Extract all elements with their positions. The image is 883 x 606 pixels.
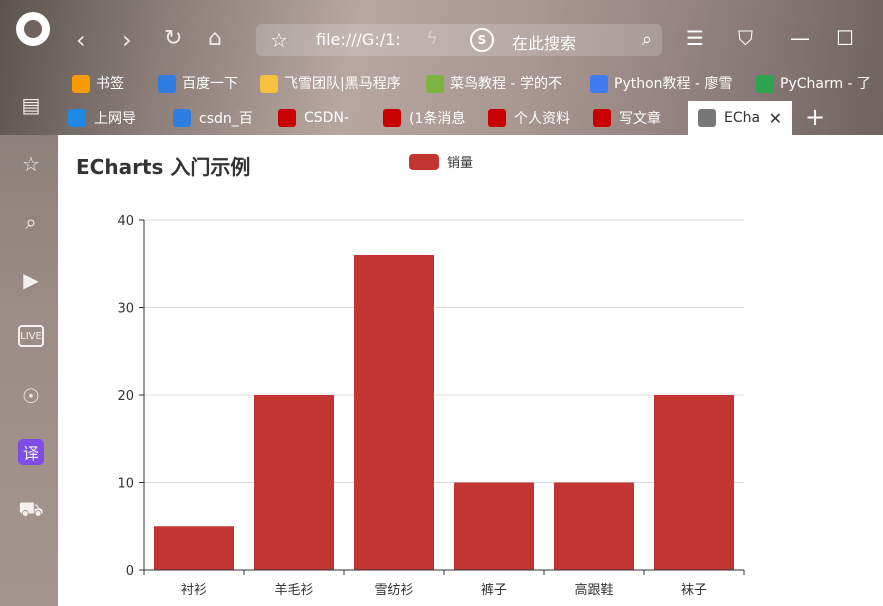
bar-chart: 0 10 20 30 40 衬衫 羊毛衫 雪纺衫 裤子 高跟鞋 袜子 (117, 214, 745, 598)
y-tick-label: 20 (117, 389, 134, 404)
baidu-2345-icon (158, 75, 176, 93)
bookmark-star-icon[interactable]: ☆ (270, 28, 288, 52)
search-icon[interactable]: ⌕ (18, 209, 44, 235)
tab-label: 个人资料 (514, 111, 570, 127)
tab-label: csdn_百 (199, 111, 253, 127)
browser-tab[interactable]: (1条消息 (373, 101, 477, 135)
baidu-paw-icon (173, 109, 191, 127)
ie-icon (68, 109, 86, 127)
tab-bar: 上网导 csdn_百 CSDN- (1条消息 个人资料 写文章 ECha ✕ + (58, 101, 883, 135)
bar-layer (154, 255, 734, 570)
forward-icon[interactable]: › (122, 26, 132, 54)
bookmark-label: 菜鸟教程 - 学的不 (450, 76, 562, 92)
address-url[interactable]: file:///G:/1: (316, 30, 436, 49)
bookmark-item[interactable]: 菜鸟教程 - 学的不 (426, 73, 576, 93)
rocket-icon (590, 75, 608, 93)
bookmark-item[interactable]: 书签 (72, 73, 132, 93)
x-tick-label: 衬衫 (181, 583, 207, 598)
address-bar[interactable]: ☆ file:///G:/1: ϟ S 在此搜索 ⌕ (256, 24, 662, 56)
live-icon[interactable]: LIVE (18, 325, 44, 347)
maximize-icon[interactable]: ☐ (836, 26, 854, 50)
home-icon[interactable]: ⌂ (208, 26, 222, 51)
browser-tab[interactable]: CSDN- (268, 101, 372, 135)
bookmark-label: PyCharm - 了 (780, 76, 872, 92)
legend-swatch[interactable] (409, 153, 439, 170)
tab-label: 上网导 (94, 111, 136, 127)
folder-icon (260, 75, 278, 93)
bookmark-item[interactable]: PyCharm - 了 (756, 73, 882, 93)
bookmark-bar: 书签 百度一下 飞雪团队|黑马程序 菜鸟教程 - 学的不 Python教程 - 廖雪 Py… (72, 70, 883, 96)
browser-tab[interactable]: ECha ✕ (688, 101, 792, 135)
translate-icon[interactable]: 译 (18, 439, 44, 465)
bookmark-label: 百度一下 (182, 76, 238, 92)
new-tab-icon[interactable]: + (805, 103, 825, 131)
sogou-search-icon[interactable]: S (470, 28, 494, 52)
close-tab-icon[interactable]: ✕ (769, 109, 782, 128)
csdn-icon (593, 109, 611, 127)
search-input[interactable]: 在此搜索 (512, 30, 576, 54)
lightning-icon[interactable]: ϟ (426, 28, 438, 49)
tab-label: ECha (724, 110, 761, 126)
video-icon[interactable]: ▶ (18, 267, 44, 293)
chart-title: ECharts 入门示例 (76, 155, 251, 179)
bar[interactable] (554, 482, 634, 571)
bar[interactable] (454, 482, 534, 571)
y-tick-label: 40 (117, 214, 134, 229)
search-icon[interactable]: ⌕ (642, 29, 652, 50)
runoob-icon (426, 75, 444, 93)
globe-icon (698, 109, 716, 127)
csdn-icon (488, 109, 506, 127)
browser-tab[interactable]: csdn_百 (163, 101, 267, 135)
back-icon[interactable]: ‹ (76, 26, 86, 54)
tab-label: CSDN- (304, 110, 349, 126)
bookmark-label: Python教程 - 廖雪 (614, 76, 733, 92)
cart-icon[interactable]: ⛟ (18, 497, 44, 523)
legend-label[interactable]: 销量 (447, 152, 473, 171)
x-tick-label: 高跟鞋 (574, 582, 613, 598)
star-icon (72, 75, 90, 93)
browser-tab[interactable]: 个人资料 (478, 101, 582, 135)
tab-label: (1条消息 (409, 111, 466, 127)
browser-logo-icon[interactable] (16, 12, 50, 46)
y-tick-label: 0 (126, 564, 134, 579)
bar[interactable] (254, 395, 334, 570)
bar[interactable] (654, 395, 734, 570)
pycharm-icon (756, 75, 774, 93)
bar[interactable] (354, 255, 434, 570)
x-tick-label: 袜子 (681, 583, 707, 598)
chat-icon[interactable]: ☉ (18, 383, 44, 409)
x-tick-label: 裤子 (481, 583, 507, 598)
browser-tab[interactable]: 上网导 (58, 101, 162, 135)
bookmark-item[interactable]: 百度一下 (158, 73, 248, 93)
bar[interactable] (154, 526, 234, 570)
minimize-icon[interactable]: — (790, 26, 810, 50)
csdn-icon (383, 109, 401, 127)
left-sidebar: ▤ ☆ ⌕ ▶ LIVE ☉ 译 ⛟ (0, 93, 58, 606)
x-tick-label: 雪纺衫 (374, 583, 413, 598)
chart-legend[interactable]: 销量 (409, 152, 473, 171)
bookmark-item[interactable]: Python教程 - 廖雪 (590, 73, 742, 93)
page-content: ECharts 入门示例 销量 0 10 20 30 40 衬衫 羊毛衫 雪纺衫 裤子 高跟鞋 袜子 (58, 135, 883, 606)
browser-chrome: ‹ › ↻ ⌂ ☆ file:///G:/1: ϟ S 在此搜索 ⌕ ☰ ⛉ —… (0, 0, 883, 135)
refresh-icon[interactable]: ↻ (164, 26, 182, 51)
x-tick-label: 羊毛衫 (274, 582, 313, 598)
bookmark-item[interactable]: 飞雪团队|黑马程序 (260, 73, 414, 93)
y-tick-label: 10 (117, 477, 134, 492)
bookmark-label: 书签 (96, 76, 124, 92)
csdn-icon (278, 109, 296, 127)
browser-tab[interactable]: 写文章 (583, 101, 687, 135)
news-icon[interactable]: ▤ (18, 92, 44, 118)
skin-icon[interactable]: ⛉ (738, 26, 753, 50)
favorites-star-icon[interactable]: ☆ (18, 151, 44, 177)
bookmark-label: 飞雪团队|黑马程序 (284, 76, 401, 92)
y-tick-label: 30 (117, 302, 134, 317)
menu-icon[interactable]: ☰ (686, 26, 704, 50)
tab-label: 写文章 (619, 111, 661, 127)
